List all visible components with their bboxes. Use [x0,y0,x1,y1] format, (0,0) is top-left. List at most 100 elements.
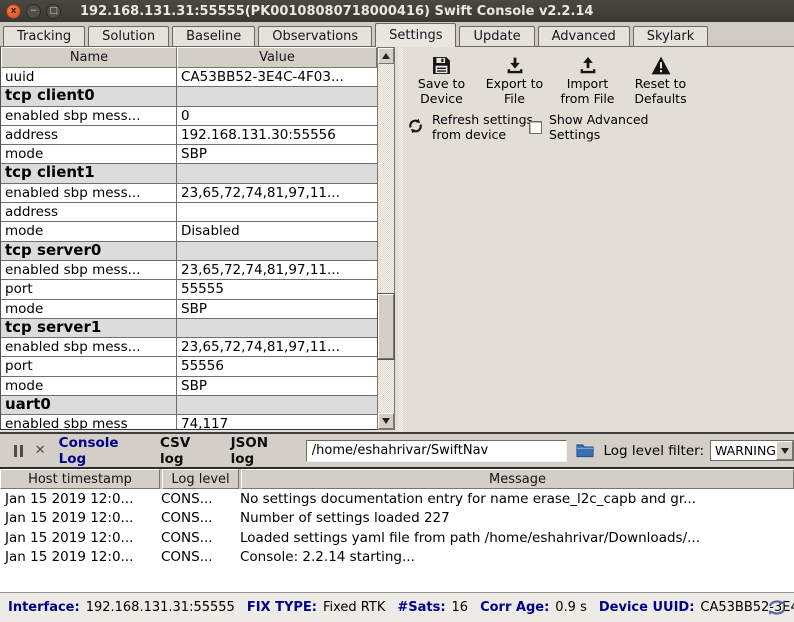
setting-name: enabled sbp mess... [1,107,177,125]
browse-folder-button[interactable] [576,443,594,458]
setting-name: mode [1,222,177,240]
column-header-host-timestamp[interactable]: Host timestamp [0,469,160,489]
setting-name: tcp client1 [1,164,177,182]
table-row[interactable]: enabled sbp mess 74,117 [1,415,377,430]
log-row[interactable]: Jan 15 2019 12:0... CONS... No settings … [0,489,794,509]
export-download-icon [478,53,551,75]
table-row[interactable]: tcp server1 [1,319,377,338]
json-log-toggle[interactable]: JSON log [231,435,291,467]
floppy-disk-icon [405,53,478,75]
import-from-file-button[interactable]: Import from File [551,53,624,107]
tab-observations[interactable]: Observations [258,26,372,46]
table-row[interactable]: tcp client1 [1,164,377,183]
maximize-button[interactable]: □ [46,4,61,19]
close-button[interactable]: x [6,4,21,19]
console-log-toolbar: ✕ Console Log CSV log JSON log Log level… [0,432,794,467]
table-row[interactable]: enabled sbp mess... 23,65,72,74,81,97,11… [1,261,377,280]
column-header-value[interactable]: Value [177,47,377,68]
interface-label: Interface: [8,600,80,615]
sync-arrows-icon[interactable] [765,599,789,620]
save-to-device-button[interactable]: Save to Device [405,53,478,107]
scroll-down-button[interactable] [378,413,394,429]
setting-value: 23,65,72,74,81,97,11... [177,261,377,279]
log-level: CONS... [161,491,240,507]
table-row[interactable]: mode SBP [1,300,377,319]
sats-value: 16 [452,600,469,615]
column-header-message[interactable]: Message [241,469,794,489]
title-bar[interactable]: x − □ 192.168.131.31:55555(PK00108080718… [0,0,794,22]
log-row[interactable]: Jan 15 2019 12:0... CONS... Loaded setti… [0,528,794,548]
table-row[interactable]: mode SBP [1,377,377,396]
pause-log-icon[interactable] [14,445,23,457]
show-advanced-label: Show Advanced Settings [549,113,648,143]
interface-value: 192.168.131.31:55555 [86,600,235,615]
table-row[interactable]: enabled sbp mess... 23,65,72,74,81,97,11… [1,184,377,203]
setting-value: 0 [177,107,377,125]
save-to-device-label: Save to Device [405,77,478,107]
tab-tracking[interactable]: Tracking [3,26,85,46]
fix-type-label: FIX TYPE: [247,600,317,615]
column-header-name[interactable]: Name [1,47,177,68]
log-level-filter-select[interactable]: WARNING [710,440,794,461]
table-row[interactable]: enabled sbp mess... 0 [1,107,377,126]
table-row[interactable]: uuid CA53BB52-3E4C-4F03... [1,68,377,87]
reset-to-defaults-label: Reset to Defaults [624,77,697,107]
import-from-file-label: Import from File [551,77,624,107]
log-timestamp: Jan 15 2019 12:0... [0,491,161,507]
chevron-down-icon [781,448,789,454]
settings-table: Name Value uuid CA53BB52-3E4C-4F03... tc… [0,47,377,430]
table-row[interactable]: tcp client0 [1,87,377,106]
setting-name: uart0 [1,396,177,414]
log-directory-input[interactable] [306,440,568,462]
setting-value [177,319,377,337]
show-advanced-checkbox[interactable] [529,121,542,134]
device-uuid-label: Device UUID: [599,600,695,615]
table-row[interactable]: address 192.168.131.30:55556 [1,126,377,145]
clear-log-icon[interactable]: ✕ [35,444,46,457]
combo-arrow-button[interactable] [776,441,793,460]
setting-name: mode [1,300,177,318]
setting-name: enabled sbp mess... [1,338,177,356]
tab-advanced[interactable]: Advanced [538,26,630,46]
tab-update[interactable]: Update [459,26,534,46]
fix-type-value: Fixed RTK [323,600,385,615]
tab-solution[interactable]: Solution [88,26,169,46]
table-row[interactable]: enabled sbp mess... 23,65,72,74,81,97,11… [1,338,377,357]
table-row[interactable]: port 55555 [1,280,377,299]
export-to-file-label: Export to File [478,77,551,107]
log-row[interactable]: Jan 15 2019 12:0... CONS... Console: 2.2… [0,548,794,568]
setting-value: 23,65,72,74,81,97,11... [177,338,377,356]
setting-value [177,164,377,182]
export-to-file-button[interactable]: Export to File [478,53,551,107]
scroll-up-button[interactable] [378,48,394,64]
settings-tab-content: Name Value uuid CA53BB52-3E4C-4F03... tc… [0,47,794,432]
table-row[interactable]: tcp server0 [1,242,377,261]
column-header-log-level[interactable]: Log level [162,469,239,489]
log-message: Number of settings loaded 227 [240,510,794,526]
log-row[interactable]: Jan 15 2019 12:0... CONS... Number of se… [0,509,794,529]
table-row[interactable]: uart0 [1,396,377,415]
reset-to-defaults-button[interactable]: Reset to Defaults [624,53,697,107]
table-row[interactable]: mode SBP [1,145,377,164]
refresh-icon [407,117,424,139]
show-advanced-settings-toggle[interactable]: Show Advanced Settings [529,113,648,143]
tab-skylark[interactable]: Skylark [633,26,708,46]
triangle-up-icon [382,53,390,59]
refresh-settings-button[interactable]: Refresh settings from device [407,113,533,143]
setting-value: CA53BB52-3E4C-4F03... [177,68,377,86]
tab-baseline[interactable]: Baseline [172,26,255,46]
setting-value: 55555 [177,280,377,298]
minimize-button[interactable]: − [26,4,41,19]
log-level: CONS... [161,530,240,546]
csv-log-toggle[interactable]: CSV log [160,435,214,467]
tab-settings[interactable]: Settings [375,23,456,47]
scrollbar-thumb[interactable] [378,294,394,359]
table-row[interactable]: mode Disabled [1,222,377,241]
setting-value [177,87,377,105]
table-row[interactable]: address [1,203,377,222]
setting-value: SBP [177,300,377,318]
setting-value: 74,117 [177,415,377,430]
log-level-filter-label: Log level filter: [603,443,704,459]
table-row[interactable]: port 55556 [1,357,377,376]
settings-scrollbar[interactable] [377,47,395,430]
